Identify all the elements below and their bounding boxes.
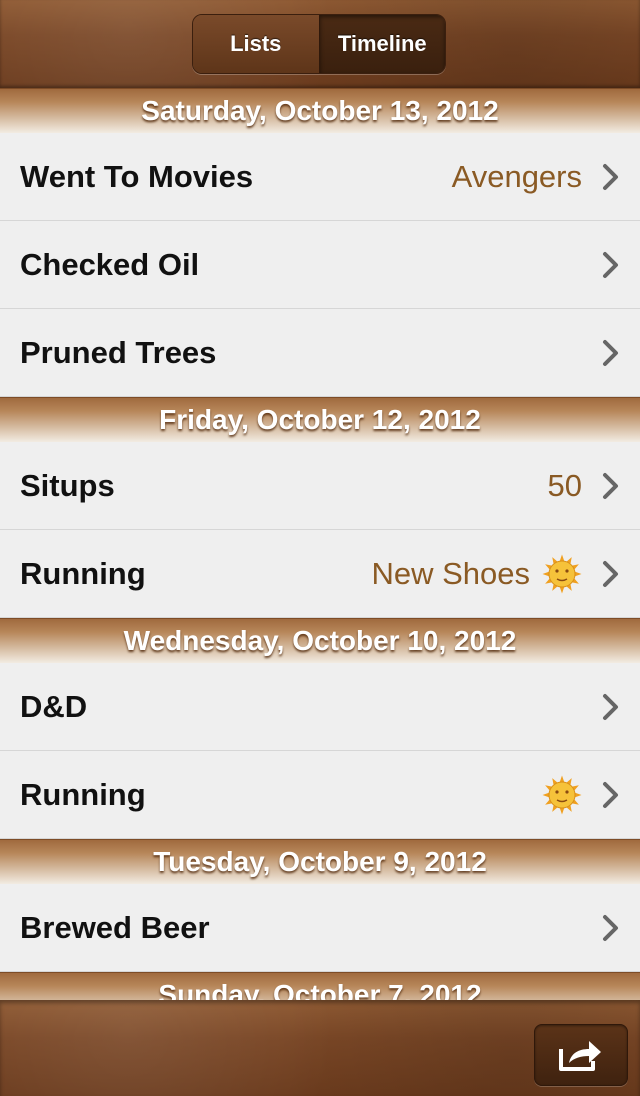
- row-title: Checked Oil: [20, 246, 200, 282]
- sun-icon: [542, 554, 582, 593]
- row-detail: New Shoes: [371, 555, 530, 591]
- chevron-right-icon: [603, 693, 618, 720]
- top-navigation-bar: Lists Timeline: [0, 0, 640, 88]
- timeline-row[interactable]: Pruned Trees: [0, 309, 640, 397]
- section-header-date: Friday, October 12, 2012: [0, 397, 640, 442]
- row-title: Pruned Trees: [20, 334, 217, 370]
- timeline-row[interactable]: Brewed Beer: [0, 884, 640, 972]
- row-detail: 50: [547, 467, 582, 503]
- row-title: Running: [20, 555, 146, 591]
- share-icon: [559, 1041, 601, 1071]
- chevron-right-icon: [603, 251, 618, 278]
- row-title: Brewed Beer: [20, 909, 210, 945]
- chevron-right-icon: [603, 339, 618, 366]
- timeline-row[interactable]: Situps 50: [0, 442, 640, 530]
- chevron-right-icon: [603, 472, 618, 499]
- row-accessory: [542, 775, 582, 815]
- row-detail: Avengers: [451, 158, 582, 194]
- row-accessory: 50: [548, 468, 582, 504]
- timeline-row[interactable]: Running New Shoes: [0, 530, 640, 618]
- chevron-right-icon: [603, 781, 618, 808]
- row-title: Went To Movies: [20, 158, 254, 194]
- chevron-right-icon: [603, 914, 618, 941]
- share-button[interactable]: [534, 1024, 628, 1086]
- row-title: Running: [20, 776, 146, 812]
- timeline-row[interactable]: Went To Movies Avengers: [0, 133, 640, 221]
- section-header-date: Saturday, October 13, 2012: [0, 88, 640, 133]
- chevron-right-icon: [603, 560, 618, 587]
- sun-icon: [542, 775, 582, 814]
- chevron-right-icon: [603, 163, 618, 190]
- row-accessory: New Shoes: [371, 554, 582, 594]
- timeline-list: Saturday, October 13, 2012 Went To Movies…: [0, 88, 640, 1000]
- segment-lists[interactable]: Lists: [193, 15, 320, 73]
- row-accessory: Avengers: [452, 159, 582, 195]
- timeline-row[interactable]: D&D: [0, 663, 640, 751]
- row-title: D&D: [20, 688, 88, 724]
- timeline-row[interactable]: Running: [0, 751, 640, 839]
- timeline-row[interactable]: Checked Oil: [0, 221, 640, 309]
- segment-timeline[interactable]: Timeline: [319, 15, 445, 73]
- row-title: Situps: [20, 467, 115, 503]
- view-segmented-control: Lists Timeline: [192, 14, 446, 74]
- section-header-date: Wednesday, October 10, 2012: [0, 618, 640, 663]
- section-header-date: Sunday, October 7, 2012: [0, 972, 640, 1000]
- bottom-toolbar: [0, 1000, 640, 1096]
- section-header-date: Tuesday, October 9, 2012: [0, 839, 640, 884]
